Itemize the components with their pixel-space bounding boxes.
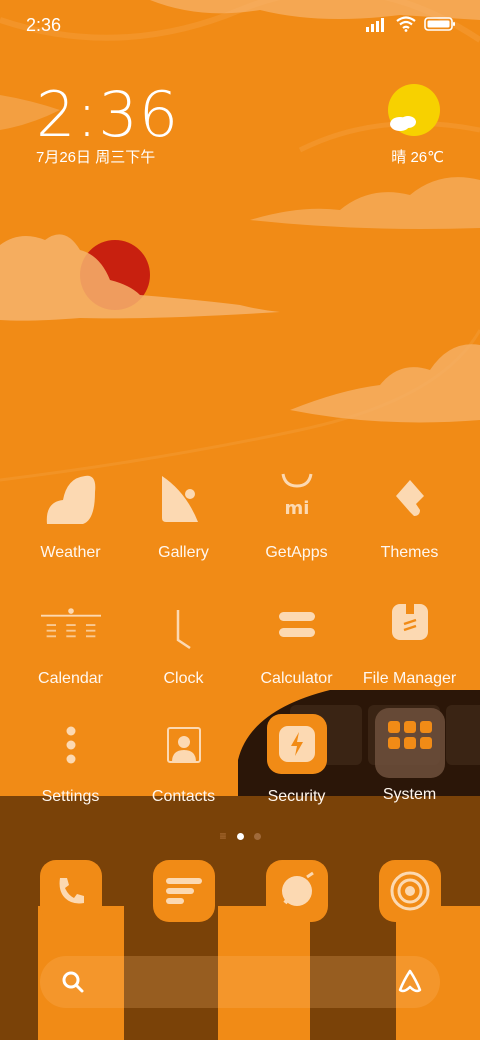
app-themes[interactable]: Themes [353, 470, 466, 594]
dock-browser[interactable] [266, 860, 328, 922]
app-label: Contacts [151, 788, 216, 805]
app-calendar[interactable]: Calendar [14, 596, 127, 720]
app-system-folder[interactable]: System [353, 708, 466, 838]
weather-widget[interactable] [384, 84, 444, 145]
weather-summary: 晴 26℃ [391, 149, 444, 166]
getapps-icon: mi [281, 473, 312, 519]
battery-icon [424, 17, 455, 31]
dock-phone[interactable] [40, 860, 102, 922]
security-icon [278, 726, 315, 762]
app-label: Gallery [158, 544, 209, 561]
app-label: Calendar [38, 670, 103, 687]
app-grid-row-2: Calendar Clock Calculator File Manager [14, 596, 466, 720]
app-label: Themes [380, 544, 439, 561]
app-settings[interactable]: Settings [14, 714, 127, 838]
messages-icon [166, 878, 202, 904]
settings-icon [66, 726, 75, 764]
dock-messages[interactable] [153, 860, 215, 922]
app-gallery[interactable]: Gallery [127, 470, 240, 594]
app-weather[interactable]: Weather [14, 470, 127, 594]
page-dot [253, 832, 261, 840]
app-label: Clock [163, 670, 204, 687]
file-manager-icon [391, 604, 428, 640]
app-label: Security [267, 788, 326, 805]
app-file-manager[interactable]: File Manager [353, 596, 466, 720]
app-grid-row-3: Settings Contacts Security System [14, 708, 466, 838]
gallery-icon [161, 476, 198, 522]
app-label: Calculator [260, 670, 333, 687]
status-time: 2:36 [26, 15, 62, 35]
page-dot-active [236, 832, 244, 840]
sun-cloud-icon [388, 84, 440, 136]
dock [0, 860, 480, 922]
clock-widget-time[interactable]: 2:36 [36, 78, 179, 151]
app-grid-row-1: Weather Gallery mi GetApps Themes [14, 470, 466, 594]
clock-icon [176, 610, 191, 650]
calculator-icon [278, 612, 315, 637]
assistant-icon[interactable] [396, 968, 424, 996]
app-contacts[interactable]: Contacts [127, 714, 240, 838]
app-label: GetApps [265, 544, 328, 561]
page-list-icon: ≡ [219, 829, 227, 843]
wifi-icon [396, 16, 416, 32]
dock-camera[interactable] [379, 860, 441, 922]
browser-icon [282, 871, 314, 906]
app-security[interactable]: Security [240, 714, 353, 838]
signal-icon [366, 18, 384, 32]
clock-widget-date: 7月26日 周三下午 [36, 149, 156, 166]
system-folder-icon [387, 721, 432, 749]
app-label: System [382, 786, 437, 803]
calendar-icon [40, 608, 101, 638]
app-getapps[interactable]: mi GetApps [240, 470, 353, 594]
contacts-icon [166, 727, 201, 763]
themes-icon [395, 480, 424, 516]
app-label: Weather [40, 544, 101, 561]
weather-icon [46, 475, 95, 524]
search-bar[interactable] [40, 956, 440, 1008]
svg-text:mi: mi [284, 498, 309, 519]
app-calculator[interactable]: Calculator [240, 596, 353, 720]
status-bar: 2:36 [0, 0, 480, 50]
camera-icon [390, 871, 430, 911]
page-indicator[interactable]: ≡ [0, 829, 480, 843]
app-label: File Manager [362, 670, 457, 687]
status-icons [366, 16, 456, 32]
app-label: Settings [41, 788, 100, 805]
phone-icon [59, 878, 84, 904]
app-clock[interactable]: Clock [127, 596, 240, 720]
search-icon [62, 971, 84, 993]
